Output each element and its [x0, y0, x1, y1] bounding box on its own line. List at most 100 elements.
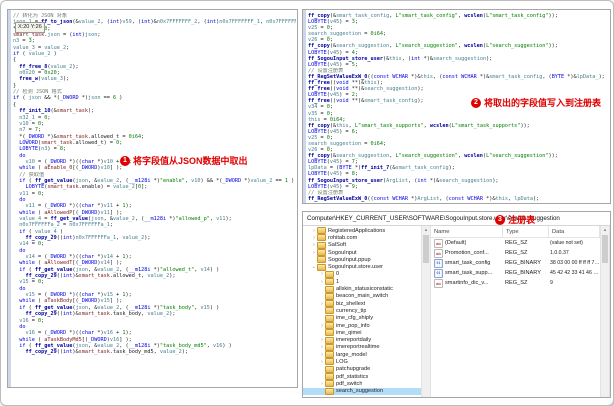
reg-sz-icon: ab	[434, 238, 443, 248]
tree-item-currency_tip[interactable]: currency_tip	[303, 307, 421, 315]
tree-item-1[interactable]: › 1	[303, 278, 421, 286]
tree-item-label: ime_qimei	[336, 329, 362, 336]
folder-icon	[325, 292, 334, 300]
tree-item-label: 0	[336, 271, 340, 278]
annotation-1-badge: 1	[120, 155, 130, 166]
registry-value-row[interactable]: ab (Default) REG_SZ (value not set)	[431, 238, 600, 248]
value-name: (Default)	[445, 240, 467, 246]
value-data: 1.0.0.37	[550, 250, 569, 256]
code-line[interactable]: ff_RegSetValueExW_0((const WCHAR *)ArgLi…	[308, 196, 609, 202]
annotation-registry: 3 注册表	[495, 213, 535, 226]
tree-item-label: RegisteredApplications	[328, 227, 386, 234]
folder-icon	[317, 256, 326, 264]
tree-item-large_model[interactable]: › large_model	[303, 351, 421, 359]
tree-item-rohitab.com[interactable]: › rohitab.com	[303, 234, 421, 242]
tree-item-label: LOG	[336, 358, 348, 365]
annotation-3-text: 注册表	[508, 215, 536, 225]
annotation-2-badge: 2	[471, 97, 481, 108]
registry-address-bar[interactable]: Computer\HKEY_CURRENT_USER\SOFTWARE\Sogo…	[303, 212, 610, 226]
registry-body: › RegisteredApplications › rohitab.com › SalS…	[303, 226, 610, 397]
tree-item-SogouInput.store.user[interactable]: ⌄ SogouInput.store.user	[303, 263, 421, 271]
registry-value-row[interactable]: ab Promotion_conf... REG_SZ 1.0.0.37	[431, 248, 600, 258]
tree-item-ime_pop_info[interactable]: › ime_pop_info	[303, 322, 421, 329]
tree-item-imereportrealtime[interactable]: › imereportrealtime	[303, 343, 421, 351]
tree-item-label: search_suggestion	[336, 388, 383, 395]
scroll-up-icon[interactable]: ▲	[603, 226, 607, 234]
folder-icon	[317, 234, 326, 242]
folder-icon	[325, 365, 334, 373]
folder-icon	[325, 336, 334, 344]
annotation-write-registry: 2 将取出的字段值写入到注册表	[471, 96, 601, 109]
tree-item-label: allskin_statusiconstatic	[336, 286, 393, 293]
column-header-name[interactable]: Name	[431, 226, 503, 237]
column-header-type[interactable]: Type	[503, 226, 549, 237]
tree-item-pdf_switch[interactable]: › pdf_switch	[303, 380, 421, 388]
scrollbar-thumb[interactable]	[602, 235, 608, 263]
tree-item-imereportdaily[interactable]: › imereportdaily	[303, 336, 421, 344]
value-name: Promotion_conf...	[445, 250, 489, 256]
registry-value-row[interactable]: ab smartinfo_dic_v... REG_SZ 9	[431, 278, 600, 288]
list-scrollbar[interactable]: ▲	[600, 226, 610, 397]
ida-pseudocode-panel-registry-write[interactable]: ff_copy(&smart_task_config, L"smart_task…	[302, 9, 611, 204]
folder-icon	[317, 249, 326, 257]
tree-item-ime_cfg_shiply[interactable]: ime_cfg_shiply	[303, 314, 421, 322]
tree-item-0[interactable]: › 0	[303, 270, 421, 278]
tree-item-allskin_statusiconstatic[interactable]: allskin_statusiconstatic	[303, 285, 421, 293]
folder-icon	[325, 314, 334, 322]
folder-icon	[325, 300, 334, 308]
tree-item-patchupgrade[interactable]: patchupgrade	[303, 365, 421, 373]
folder-icon	[325, 270, 334, 278]
reg-sz-icon: ab	[434, 248, 443, 258]
tree-item-label: rohitab.com	[328, 234, 358, 241]
tree-scrollbar[interactable]: ▲	[421, 226, 431, 397]
tree-item-beacon_main_switch[interactable]: beacon_main_switch	[303, 292, 421, 300]
tree-item-LOG[interactable]: › LOG	[303, 358, 421, 366]
scroll-up-icon[interactable]: ▲	[424, 226, 428, 234]
value-data: 38 03 00 00 ff ff ff 7f 2c 00 02 00 00 0…	[550, 260, 600, 266]
folder-icon	[325, 307, 334, 315]
folder-icon	[325, 285, 334, 293]
tree-item-SogouInput[interactable]: › SogouInput	[303, 249, 421, 257]
registry-value-row[interactable]: 01 smart_task_supp... REG_BINARY 45 42 42 3…	[431, 268, 600, 278]
code-line[interactable]: json_1 = ff_to_json(&value_2, (int)v59, …	[13, 19, 296, 25]
code-line[interactable]: ff_copy_29((int)&smart_task.task_body_md…	[13, 349, 296, 355]
value-type: REG_BINARY	[505, 260, 541, 266]
value-data: (value not set)	[550, 240, 583, 246]
folder-icon	[325, 358, 334, 366]
pseudocode-json-extract[interactable]: // 转化为 JSON 对象json_1 = ff_to_json(&value…	[13, 13, 296, 387]
registry-editor-window: Computer\HKEY_CURRENT_USER\SOFTWARE\Sogo…	[302, 211, 611, 398]
tree-item-label: pdf_switch	[336, 380, 363, 387]
tree-item-biz_shellext[interactable]: › biz_shellext	[303, 300, 421, 308]
tree-item-label: SalSoft	[328, 242, 347, 249]
reg-binary-icon: 01	[434, 268, 443, 278]
value-data: 9	[550, 280, 553, 286]
tree-item-SogouInput.ppup[interactable]: SogouInput.ppup	[303, 256, 421, 264]
registry-value-row[interactable]: 01 smart_task_config REG_BINARY 38 03 00 00…	[431, 258, 600, 268]
folder-icon	[325, 322, 334, 329]
tree-item-label: 1	[336, 278, 340, 285]
ida-pseudocode-panel-json-parse[interactable]: // 转化为 JSON 对象json_1 = ff_to_json(&value…	[7, 9, 298, 388]
annotation-3-badge: 3	[495, 214, 505, 225]
tree-item-label: imereportdaily	[336, 337, 372, 344]
tree-item-ime_qimei[interactable]: ime_qimei	[303, 329, 421, 337]
folder-icon	[325, 278, 334, 286]
code-left-gutter	[8, 10, 11, 387]
folder-icon	[325, 387, 334, 395]
tree-item-label: large_model	[336, 351, 367, 358]
folder-icon	[317, 227, 326, 235]
value-list-header: Name Type Data	[431, 226, 600, 238]
tree-item-SalSoft[interactable]: › SalSoft	[303, 241, 421, 249]
tree-item-search_suggestion[interactable]: search_suggestion	[303, 387, 421, 395]
folder-icon	[325, 329, 334, 337]
value-type: REG_SZ	[505, 280, 528, 286]
column-header-data[interactable]: Data	[549, 226, 600, 237]
folder-icon	[325, 351, 334, 359]
scrollbar-thumb[interactable]	[423, 235, 429, 263]
tree-item-label: ime_pop_info	[336, 322, 370, 329]
annotation-2-text: 将取出的字段值写入到注册表	[484, 98, 602, 108]
tree-item-pdf_statistics[interactable]: pdf_statistics	[303, 373, 421, 381]
registry-value-list: Name Type Data ab (Default) REG_SZ (value n…	[431, 226, 600, 397]
value-name: smart_task_config	[445, 260, 491, 266]
tree-item-RegisteredApplications[interactable]: › RegisteredApplications	[303, 227, 421, 235]
annotation-extract-fields: 1 将字段值从JSON数据中取出	[120, 154, 248, 167]
